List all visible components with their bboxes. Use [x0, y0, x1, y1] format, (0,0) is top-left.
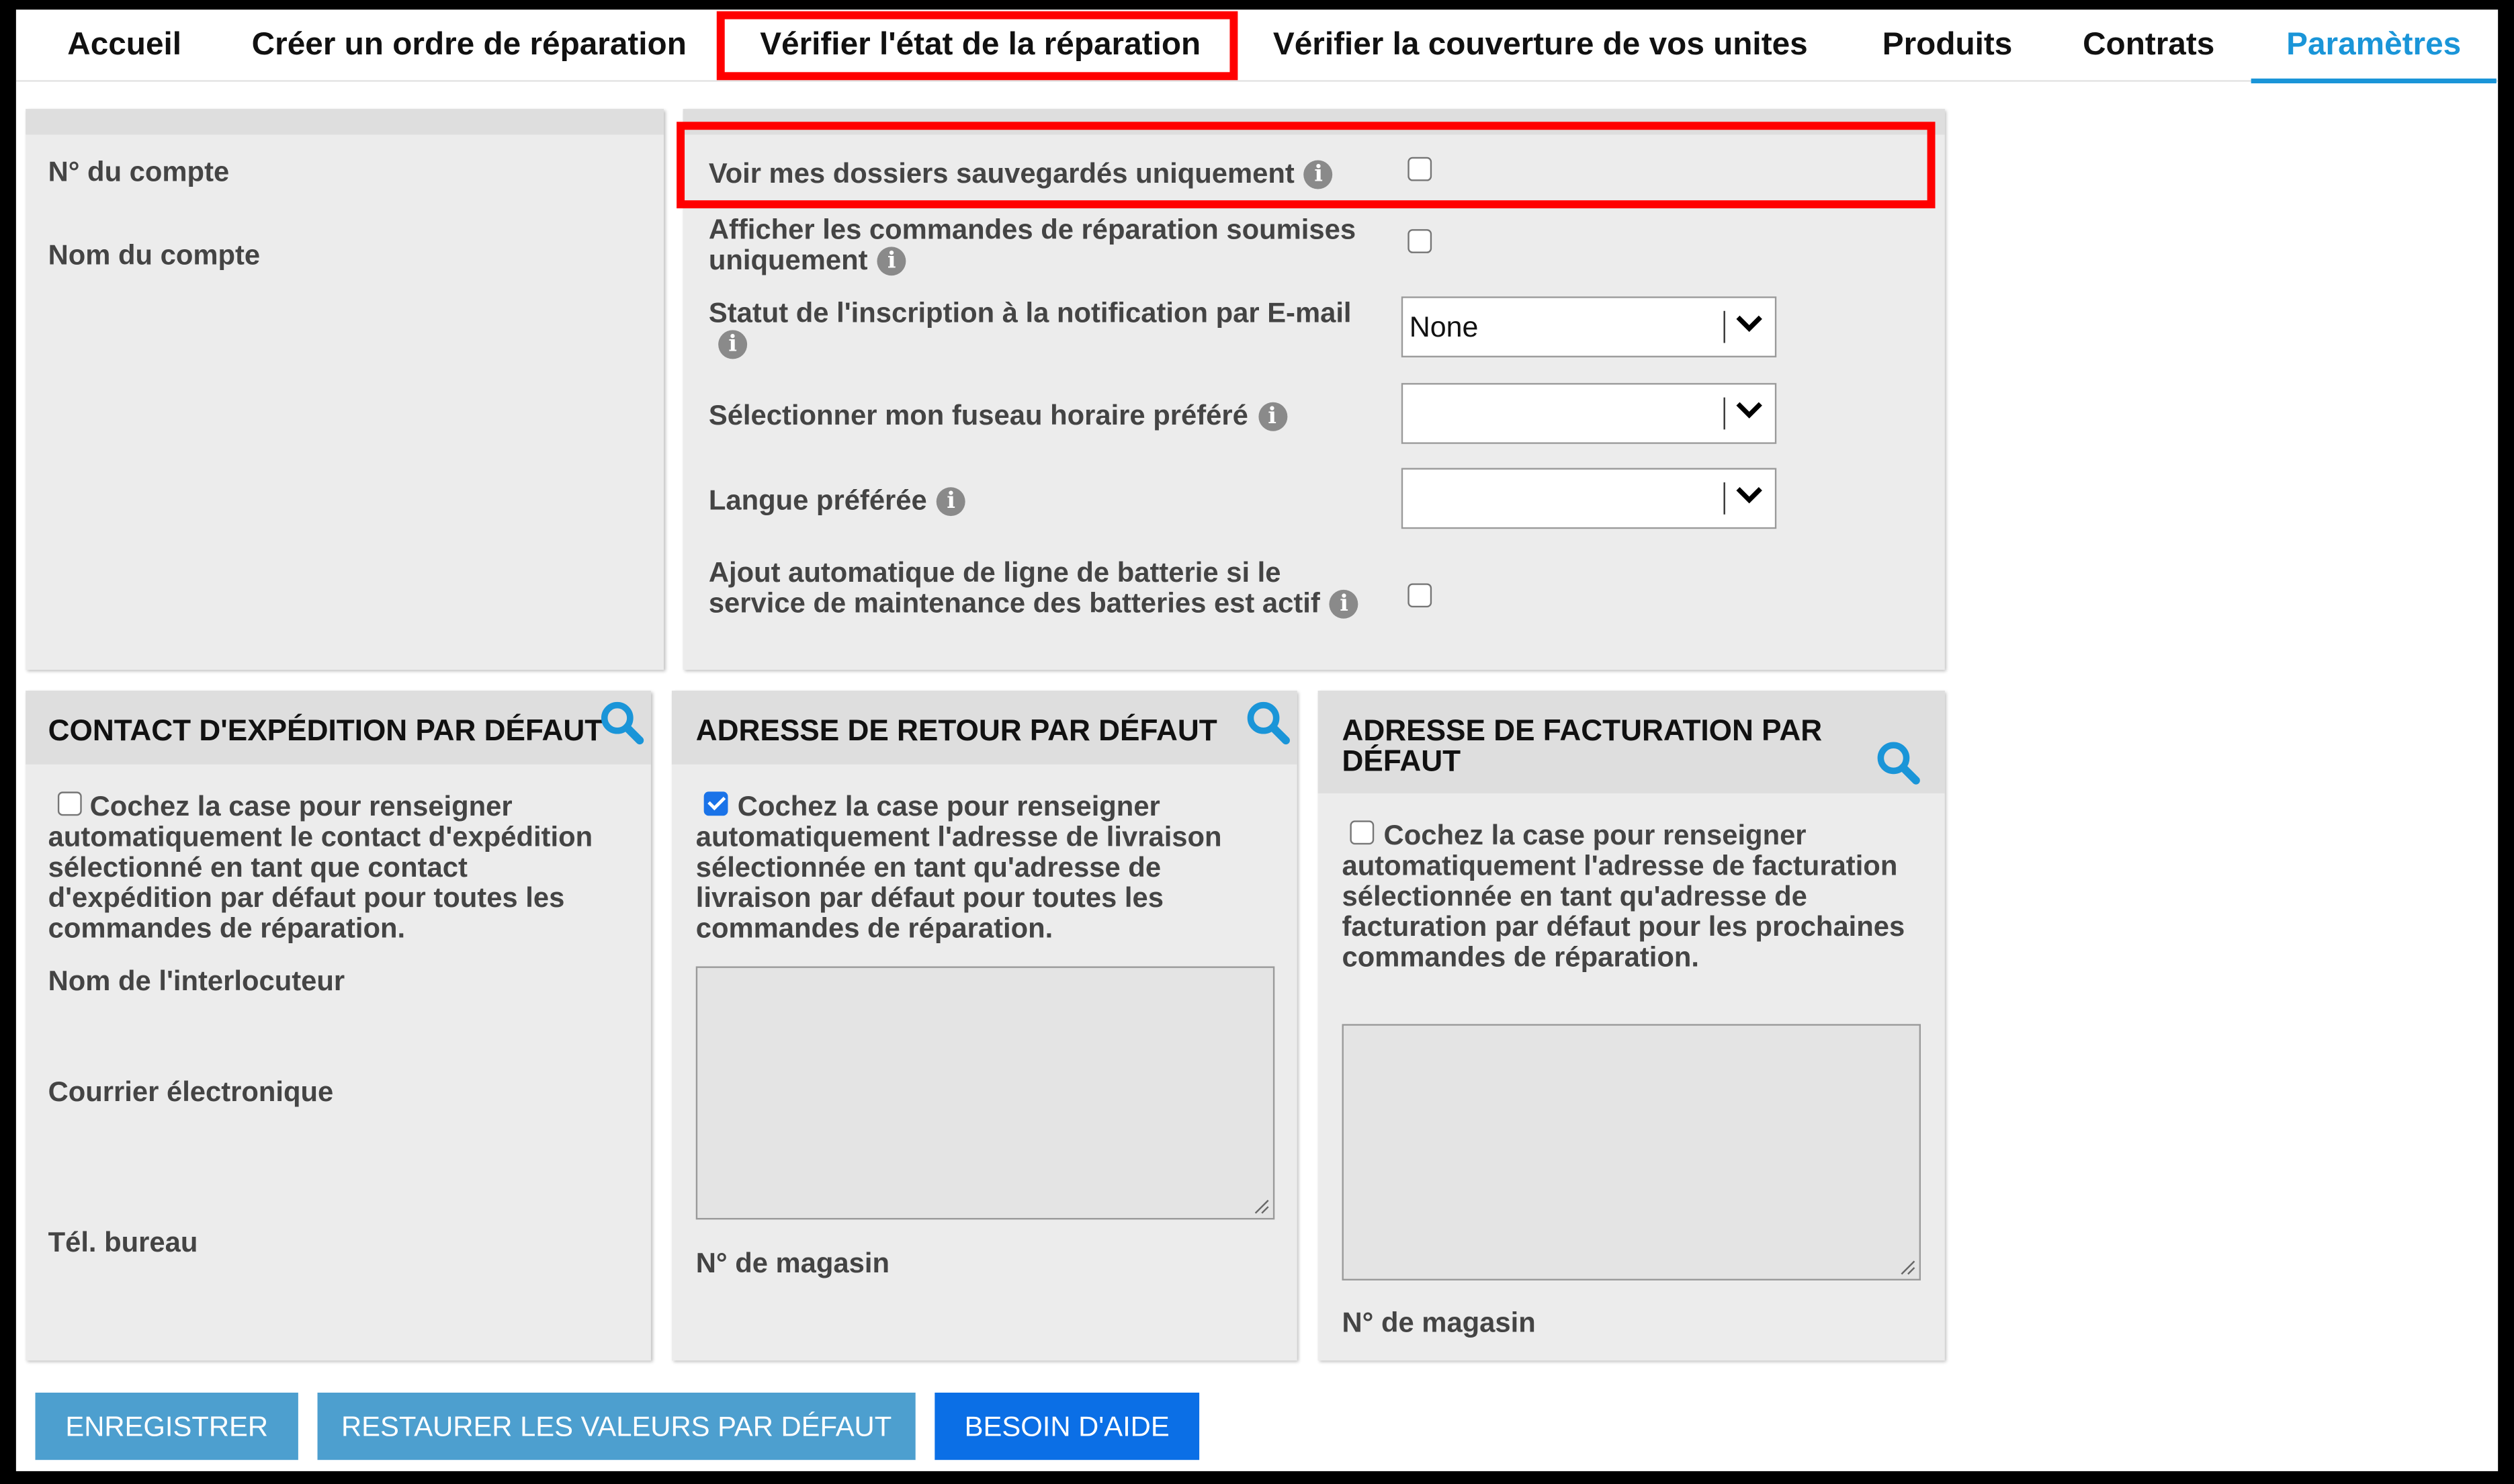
return-auto-label: Cochez la case pour renseigner automatiq…	[695, 790, 1222, 945]
saved-only-checkbox[interactable]	[1407, 157, 1432, 181]
tab-create-repair-order[interactable]: Créer un ordre de réparation	[252, 9, 687, 80]
search-icon[interactable]	[1246, 700, 1291, 745]
tab-repair-status[interactable]: Vérifier l'état de la réparation	[760, 9, 1201, 80]
shipping-contact-panel: CONTACT D'EXPÉDITION PAR DÉFAUT Cochez l…	[26, 691, 651, 1361]
restore-defaults-button[interactable]: RESTAURER LES VALEURS PAR DÉFAUT	[317, 1392, 916, 1460]
timezone-select[interactable]	[1401, 383, 1777, 444]
return-address-title: ADRESSE DE RETOUR PAR DÉFAUT	[695, 713, 1217, 747]
email-notification-label: Statut de l'inscription à la notificatio…	[709, 298, 1358, 360]
billing-store-label: N° de magasin	[1342, 1306, 1536, 1338]
top-nav: Accueil Créer un ordre de réparation Vér…	[15, 9, 2499, 84]
help-button[interactable]: BESOIN D'AIDE	[935, 1392, 1200, 1460]
settings-page: Accueil Créer un ordre de réparation Vér…	[15, 9, 2499, 1471]
email-label: Courrier électronique	[48, 1075, 334, 1108]
account-number-label: N° du compte	[48, 155, 230, 188]
info-icon[interactable]: i	[1330, 590, 1359, 619]
tab-coverage[interactable]: Vérifier la couverture de vos unites	[1273, 9, 1808, 80]
return-store-label: N° de magasin	[695, 1246, 890, 1279]
account-name-label: Nom du compte	[48, 238, 261, 271]
info-icon[interactable]: i	[877, 247, 906, 277]
info-icon[interactable]: i	[1258, 402, 1287, 432]
save-button[interactable]: ENREGISTRER	[35, 1392, 298, 1460]
chevron-down-icon	[1736, 315, 1762, 333]
info-icon[interactable]: i	[718, 331, 748, 360]
timezone-label: Sélectionner mon fuseau horaire préféré i	[709, 399, 1287, 433]
battery-checkbox[interactable]	[1407, 583, 1432, 608]
search-icon[interactable]	[600, 700, 645, 745]
battery-label: Ajout automatique de ligne de batterie s…	[709, 557, 1382, 619]
account-panel: N° du compte Nom du compte	[26, 109, 664, 670]
office-phone-label: Tél. bureau	[48, 1225, 198, 1258]
resize-grip-icon[interactable]	[1254, 1198, 1270, 1215]
resize-grip-icon[interactable]	[1900, 1260, 1916, 1276]
billing-address-panel: ADRESSE DE FACTURATION PAR DÉFAUT Cochez…	[1317, 691, 1945, 1361]
chevron-down-icon	[1736, 402, 1762, 419]
language-label: Langue préférée i	[709, 484, 966, 517]
info-icon[interactable]: i	[937, 488, 966, 517]
tab-settings[interactable]: Paramètres	[2251, 9, 2497, 84]
tab-accueil[interactable]: Accueil	[67, 9, 181, 80]
shipping-auto-label: Cochez la case pour renseigner automatiq…	[48, 790, 593, 945]
tab-products[interactable]: Produits	[1882, 9, 2013, 80]
chevron-down-icon	[1736, 487, 1762, 504]
submitted-only-label: Afficher les commandes de réparation sou…	[708, 213, 1356, 277]
email-notification-select[interactable]: None	[1401, 296, 1777, 357]
return-address-textarea[interactable]	[695, 966, 1275, 1220]
info-icon[interactable]: i	[1304, 161, 1334, 190]
tab-contracts[interactable]: Contrats	[2083, 9, 2214, 80]
billing-address-textarea[interactable]	[1342, 1024, 1921, 1281]
saved-only-label: Voir mes dossiers sauvegardés uniquement…	[709, 157, 1334, 191]
language-select[interactable]	[1401, 468, 1777, 529]
contact-name-label: Nom de l'interlocuteur	[48, 965, 345, 997]
search-icon[interactable]	[1876, 740, 1921, 785]
billing-address-title: ADRESSE DE FACTURATION PAR DÉFAUT	[1342, 713, 1823, 777]
return-address-panel: ADRESSE DE RETOUR PAR DÉFAUT Cochez la c…	[671, 691, 1297, 1361]
preferences-panel: Voir mes dossiers sauvegardés uniquement…	[683, 109, 1945, 670]
billing-auto-label: Cochez la case pour renseigner automatiq…	[1342, 818, 1905, 973]
shipping-contact-title: CONTACT D'EXPÉDITION PAR DÉFAUT	[48, 713, 603, 747]
submitted-only-checkbox[interactable]	[1407, 229, 1432, 253]
